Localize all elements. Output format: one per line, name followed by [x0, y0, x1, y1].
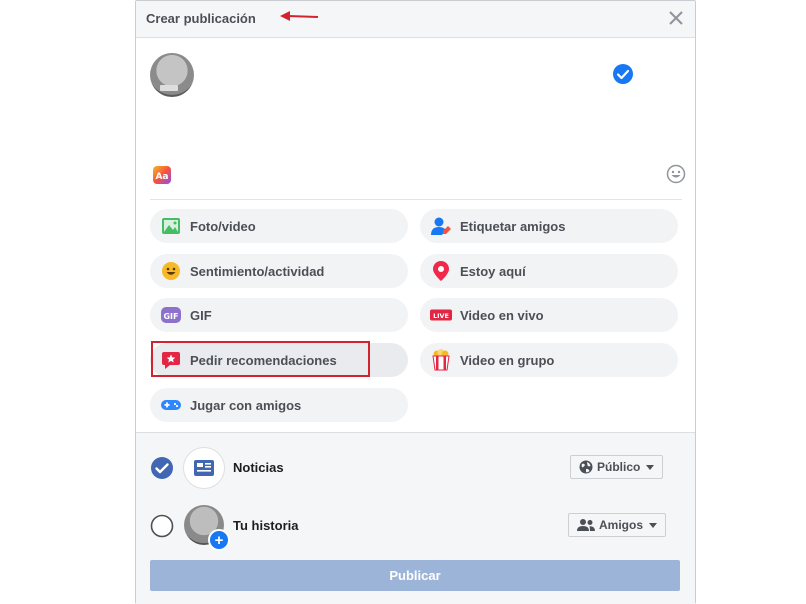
game-controller-icon — [160, 394, 182, 416]
text-background-icon[interactable]: Aa — [152, 165, 172, 185]
story-checkbox[interactable] — [150, 514, 174, 538]
audience-label: Público — [597, 460, 641, 474]
option-label: Pedir recomendaciones — [190, 352, 337, 368]
check-circle-icon — [613, 64, 633, 84]
audience-label: Amigos — [599, 518, 644, 532]
dialog-header: Crear publicación — [136, 1, 695, 38]
option-label: Estoy aquí — [460, 263, 526, 279]
option-label: Video en vivo — [460, 307, 544, 323]
svg-text:Aa: Aa — [155, 172, 168, 182]
story-label: Tu historia — [233, 518, 299, 533]
option-label: Video en grupo — [460, 352, 555, 368]
option-label: GIF — [190, 307, 212, 323]
option-label: Foto/video — [190, 218, 256, 234]
create-post-dialog: Crear publicación Aa Foto/video Etiqueta… — [135, 0, 696, 604]
news-feed-checkbox[interactable] — [150, 456, 174, 480]
option-feeling-activity[interactable]: Sentimiento/actividad — [150, 254, 408, 288]
option-ask-recommendations[interactable]: Pedir recomendaciones — [150, 343, 408, 377]
dialog-title: Crear publicación — [146, 11, 256, 26]
photo-icon — [160, 215, 182, 237]
smiley-icon — [160, 260, 182, 282]
option-label: Etiquetar amigos — [460, 218, 566, 234]
divider — [150, 199, 682, 200]
friends-icon — [577, 519, 595, 531]
gif-icon: GIF — [160, 304, 182, 326]
news-feed-audience-select[interactable]: Público — [570, 455, 664, 479]
option-gif[interactable]: GIF GIF — [150, 298, 408, 332]
svg-text:LIVE: LIVE — [433, 312, 449, 320]
story-audience-select[interactable]: Amigos — [568, 513, 667, 537]
close-icon[interactable] — [669, 11, 683, 25]
news-feed-icon — [183, 447, 225, 489]
option-check-in[interactable]: Estoy aquí — [420, 254, 678, 288]
chevron-down-icon — [646, 464, 655, 470]
recommendation-icon — [160, 349, 182, 371]
option-watch-party[interactable]: Video en grupo — [420, 343, 678, 377]
globe-icon — [579, 460, 593, 474]
publish-button[interactable]: Publicar — [150, 560, 680, 591]
option-label: Sentimiento/actividad — [190, 263, 325, 279]
add-story-plus-icon: + — [208, 529, 230, 551]
location-pin-icon — [430, 260, 452, 282]
emoji-icon[interactable] — [666, 164, 686, 184]
popcorn-icon — [430, 349, 452, 371]
option-play-with-friends[interactable]: Jugar con amigos — [150, 388, 408, 422]
news-feed-label: Noticias — [233, 460, 284, 475]
option-photo-video[interactable]: Foto/video — [150, 209, 408, 243]
post-text-input[interactable] — [206, 61, 600, 155]
tag-friends-icon — [430, 215, 452, 237]
option-label: Jugar con amigos — [190, 397, 302, 413]
user-avatar[interactable] — [150, 53, 194, 97]
option-live-video[interactable]: LIVE Video en vivo — [420, 298, 678, 332]
live-icon: LIVE — [430, 304, 452, 326]
post-destination-footer: Noticias Público + Tu historia Amigos Pu… — [136, 432, 695, 604]
option-tag-friends[interactable]: Etiquetar amigos — [420, 209, 678, 243]
chevron-down-icon — [649, 522, 658, 528]
red-arrow-annotation — [280, 11, 319, 21]
svg-text:GIF: GIF — [163, 312, 178, 321]
